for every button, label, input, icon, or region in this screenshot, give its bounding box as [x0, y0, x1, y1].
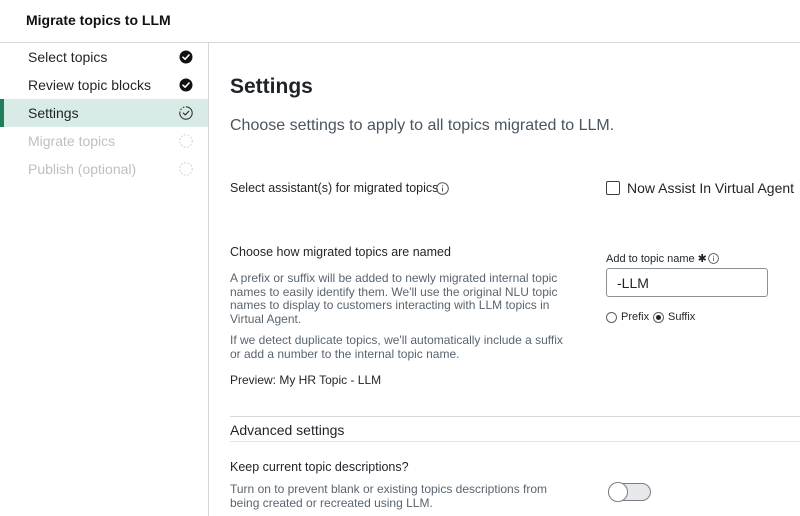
dashed-circle-icon	[179, 162, 193, 176]
name-preview: Preview: My HR Topic - LLM	[230, 373, 382, 387]
field-label-text: Add to topic name	[606, 253, 695, 265]
topic-name-input[interactable]	[606, 268, 768, 297]
step-label: Review topic blocks	[28, 77, 151, 93]
keep-descriptions-title: Keep current topic descriptions?	[230, 460, 409, 474]
step-review-topic-blocks[interactable]: Review topic blocks	[0, 71, 208, 99]
naming-title: Choose how migrated topics are named	[230, 245, 451, 259]
toggle-knob	[608, 482, 628, 502]
steps-sidebar: Select topics Review topic blocks Settin…	[0, 43, 209, 516]
settings-panel: Settings Choose settings to apply to all…	[230, 43, 800, 516]
now-assist-checkbox[interactable]	[606, 181, 620, 195]
info-icon[interactable]	[708, 253, 719, 264]
section-divider	[230, 441, 800, 442]
topic-name-field-label: Add to topic name ✱	[606, 252, 707, 265]
assistant-label: Select assistant(s) for migrated topics	[230, 181, 439, 195]
dashed-circle-icon	[179, 134, 193, 148]
keep-descriptions-description: Turn on to prevent blank or existing top…	[230, 482, 548, 510]
step-select-topics[interactable]: Select topics	[0, 43, 208, 71]
step-settings[interactable]: Settings	[0, 99, 208, 127]
required-mark: ✱	[697, 253, 707, 265]
progress-circle-icon	[179, 106, 193, 120]
naming-description: A prefix or suffix will be added to newl…	[230, 271, 558, 326]
settings-heading: Settings	[230, 75, 313, 98]
step-publish: Publish (optional)	[0, 155, 208, 183]
keep-descriptions-toggle[interactable]	[608, 482, 651, 502]
suffix-label[interactable]: Suffix	[668, 311, 695, 323]
advanced-settings-title[interactable]: Advanced settings	[230, 422, 344, 438]
step-label: Publish (optional)	[28, 161, 137, 177]
duplicate-note: If we detect duplicate topics, we'll aut…	[230, 333, 563, 361]
info-icon[interactable]	[436, 182, 449, 195]
page-title: Migrate topics to LLM	[26, 12, 171, 28]
step-label: Migrate topics	[28, 133, 116, 149]
page-header: Migrate topics to LLM	[0, 0, 800, 43]
now-assist-label[interactable]: Now Assist In Virtual Agent	[627, 180, 794, 196]
step-migrate-topics: Migrate topics	[0, 127, 208, 155]
settings-subtitle: Choose settings to apply to all topics m…	[230, 117, 615, 134]
step-label: Settings	[28, 105, 79, 121]
step-label: Select topics	[28, 49, 108, 65]
prefix-radio[interactable]	[606, 312, 617, 323]
suffix-radio[interactable]	[653, 312, 664, 323]
check-circle-icon	[179, 50, 193, 64]
section-divider	[230, 416, 800, 417]
prefix-label[interactable]: Prefix	[621, 311, 649, 323]
check-circle-icon	[179, 78, 193, 92]
